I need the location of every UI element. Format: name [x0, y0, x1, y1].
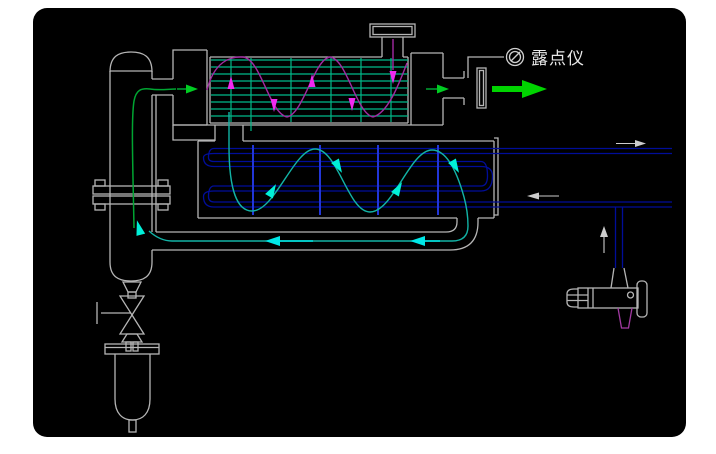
diagram-canvas [33, 8, 686, 437]
dew-point-meter-label: 露点仪 [531, 49, 585, 69]
diagram-page: 露点仪 [0, 0, 716, 454]
process-diagram: 露点仪 [0, 0, 716, 454]
outlet-arrow-shaft [492, 86, 522, 92]
